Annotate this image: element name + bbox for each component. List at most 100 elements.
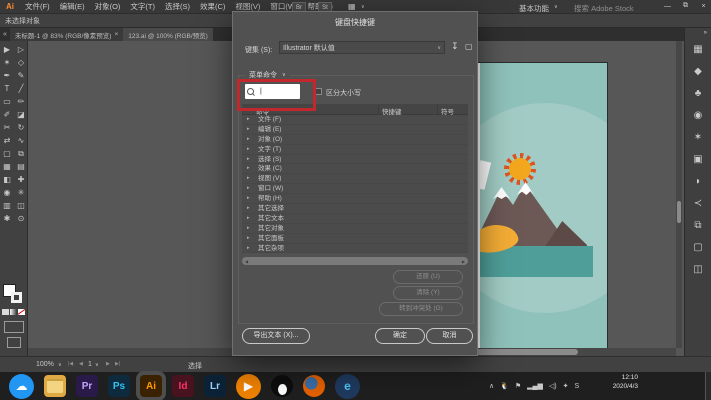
perspective-grid-tool[interactable]: ▦ — [0, 160, 14, 173]
panel-gradient-icon[interactable]: ◗ — [685, 170, 711, 192]
eraser-tool[interactable]: ◪ — [14, 108, 28, 121]
command-row[interactable]: 其它文本 — [242, 214, 468, 224]
pen-tool[interactable]: ✒ — [0, 69, 14, 82]
media-player-icon[interactable]: ▶ — [236, 374, 261, 399]
keyset-dropdown[interactable]: Illustrator 默认值 ∨ — [279, 41, 445, 54]
artboard-tool[interactable]: ◫ — [14, 199, 28, 212]
illustrator-icon[interactable]: Ai — [140, 375, 162, 397]
menu-item[interactable]: 编辑(E) — [55, 1, 90, 12]
direct-selection-tool[interactable]: ▷ — [14, 43, 28, 56]
tab-close-icon[interactable]: × — [114, 31, 118, 38]
command-row[interactable]: 文件 (F) — [242, 115, 468, 125]
magic-wand-tool[interactable]: ✶ — [0, 56, 14, 69]
panel-artboards-icon[interactable]: ◫ — [685, 258, 711, 280]
prev-artboard-icon[interactable]: ◀ — [79, 361, 83, 367]
command-row[interactable]: 对象 (O) — [242, 135, 468, 145]
eyedropper-tool[interactable]: ✚ — [14, 173, 28, 186]
blend-tool[interactable]: ◉ — [0, 186, 14, 199]
command-row[interactable]: 帮助 (H) — [242, 194, 468, 204]
command-row[interactable]: 效果 (C) — [242, 164, 468, 174]
menu-item[interactable]: 对象(O) — [90, 1, 126, 12]
last-artboard-icon[interactable]: ▶| — [115, 361, 120, 367]
panel-layers-icon[interactable]: ▢ — [685, 236, 711, 258]
photoshop-icon[interactable]: Ps — [108, 375, 130, 397]
rectangle-tool[interactable]: ▭ — [0, 95, 14, 108]
curvature-tool[interactable]: ✎ — [14, 69, 28, 82]
mesh-tool[interactable]: ▤ — [14, 160, 28, 173]
ie-icon[interactable]: e — [335, 374, 360, 399]
paintbrush-tool[interactable]: ✏ — [14, 95, 28, 108]
menu-item[interactable]: 效果(C) — [195, 1, 230, 12]
ok-button[interactable]: 确定 — [375, 328, 425, 344]
tray-expand-icon[interactable]: ∧ — [489, 382, 494, 390]
command-row[interactable]: 选择 (S) — [242, 155, 468, 165]
firefox-icon[interactable] — [303, 375, 325, 397]
case-sensitive-checkbox[interactable] — [315, 88, 322, 95]
selection-tool[interactable]: ▶ — [0, 43, 14, 56]
tab-123ai[interactable]: 123.ai @ 100% (RGB/预览) — [123, 28, 213, 41]
command-row[interactable]: 编辑 (E) — [242, 125, 468, 135]
artboard-caret-icon[interactable]: ∨ — [95, 362, 99, 368]
premiere-icon[interactable]: Pr — [76, 375, 98, 397]
artboard-123ai[interactable] — [474, 63, 607, 352]
shape-builder-tool[interactable]: ⧉ — [14, 147, 28, 160]
command-row[interactable]: 视图 (V) — [242, 174, 468, 184]
restore-button[interactable]: ⧉ — [678, 0, 693, 12]
undo-button[interactable]: 还原 (U) — [393, 270, 463, 284]
panel-swatches-icon[interactable]: ♣ — [685, 82, 711, 104]
clear-button[interactable]: 清除 (Y) — [393, 286, 463, 300]
command-row[interactable]: 窗口 (W) — [242, 184, 468, 194]
qq-icon[interactable] — [271, 375, 293, 397]
taskbar-clock[interactable]: 12:10 2020/4/3 — [592, 374, 638, 392]
panel-symbols-icon[interactable]: ✶ — [685, 126, 711, 148]
tray-flag-icon[interactable]: ⚑ — [515, 382, 521, 390]
tray-volume-icon[interactable]: ◁) — [549, 382, 557, 390]
command-row[interactable]: 文字 (T) — [242, 145, 468, 155]
zoom-caret-icon[interactable]: ∨ — [58, 362, 62, 368]
command-row[interactable]: 其它面板 — [242, 234, 468, 244]
arrange-caret-icon[interactable]: ∨ — [361, 4, 365, 10]
dock-expand-icon[interactable]: » — [685, 28, 711, 38]
show-desktop-button[interactable] — [705, 372, 711, 400]
gradient-mode-button[interactable] — [10, 309, 17, 315]
scroll-left-icon[interactable]: ◀ — [245, 259, 248, 264]
line-segment-tool[interactable]: ╱ — [14, 82, 28, 95]
folder-icon[interactable] — [44, 375, 66, 397]
dialog-horizontal-scrollbar[interactable]: ◀ ▶ — [242, 257, 468, 265]
panel-brushes-icon[interactable]: ◉ — [685, 104, 711, 126]
draw-mode-button[interactable] — [4, 321, 24, 333]
panel-export-icon[interactable]: ⧉ — [685, 214, 711, 236]
command-row[interactable]: 其它选择 — [242, 204, 468, 214]
rotate-tool[interactable]: ↻ — [14, 121, 28, 134]
menu-item[interactable]: 文字(T) — [125, 1, 160, 12]
color-mode-button[interactable] — [2, 309, 9, 315]
cancel-button[interactable]: 取消 — [426, 328, 473, 344]
type-tool[interactable]: T — [0, 82, 14, 95]
width-tool[interactable]: ∿ — [14, 134, 28, 147]
next-artboard-icon[interactable]: ▶ — [106, 361, 110, 367]
scale-tool[interactable]: ⇄ — [0, 134, 14, 147]
menu-item[interactable]: 选择(S) — [160, 1, 195, 12]
free-transform-tool[interactable]: ▢ — [0, 147, 14, 160]
zoom-tool[interactable]: ⊙ — [14, 212, 28, 225]
symbol-sprayer-tool[interactable]: ✳ — [14, 186, 28, 199]
scroll-right-icon[interactable]: ▶ — [462, 259, 465, 264]
vertical-scroll-thumb[interactable] — [677, 201, 681, 223]
hand-tool[interactable]: ✱ — [0, 212, 14, 225]
canvas-vertical-scrollbar[interactable] — [676, 41, 682, 348]
lasso-tool[interactable]: ◇ — [14, 56, 28, 69]
minimize-button[interactable]: — — [660, 0, 675, 12]
none-mode-button[interactable] — [18, 309, 25, 315]
go-to-conflict-button[interactable]: 转到冲突处 (G) — [379, 302, 463, 316]
artboard-number-select[interactable]: 1 — [88, 361, 92, 368]
tray-device-icon[interactable]: ✦ — [563, 382, 569, 390]
tab-untitled[interactable]: 未标题-1 @ 83% (RGB/像素预览) × — [10, 28, 123, 41]
export-text-button[interactable]: 导出文本 (X)... — [242, 328, 310, 344]
panel-libraries-icon[interactable]: ▦ — [685, 38, 711, 60]
browser-icon[interactable]: ☁ — [9, 374, 34, 399]
first-artboard-icon[interactable]: |◀ — [68, 361, 73, 367]
panel-color-icon[interactable]: ◆ — [685, 60, 711, 82]
scissors-tool[interactable]: ✂ — [0, 121, 14, 134]
tray-network-icon[interactable]: ▂▄▆ — [527, 382, 543, 390]
tray-qq-icon[interactable]: 🐧 — [500, 382, 509, 390]
